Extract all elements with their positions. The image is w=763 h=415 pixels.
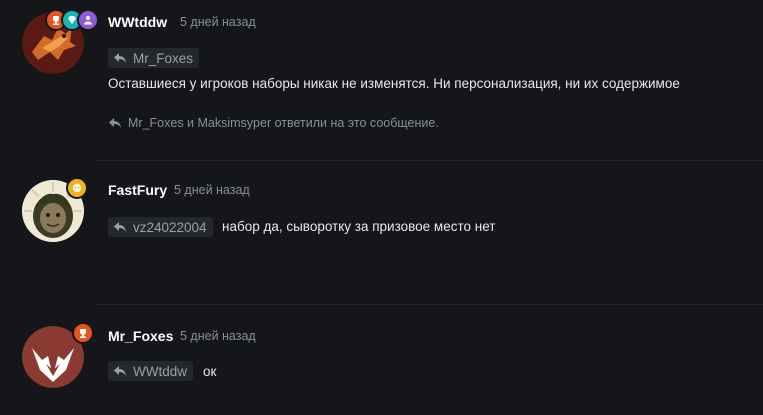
post-time[interactable]: 5 дней назад (174, 183, 250, 197)
reply-to-chip[interactable]: WWtddw (108, 361, 193, 381)
reply-to-chip[interactable]: Mr_Foxes (108, 48, 200, 68)
users-icon (77, 9, 99, 31)
post-author[interactable]: Mr_Foxes (108, 328, 173, 344)
post-author[interactable]: WWtddw (108, 14, 167, 30)
post-message: ок (203, 364, 217, 379)
post-time[interactable]: 5 дней назад (180, 15, 256, 29)
post-message: набор да, сыворотку за призовое место не… (222, 219, 496, 234)
reply-to-name: vz24022004 (133, 219, 207, 235)
reply-to-name: WWtddw (133, 363, 187, 379)
reply-arrow-icon (114, 222, 126, 232)
user-badges (45, 9, 99, 31)
post-message: Оставшиеся у игроков наборы никак не изм… (108, 76, 680, 91)
user-badges (66, 177, 88, 199)
user-badges (72, 322, 94, 344)
reply-to-name: Mr_Foxes (133, 50, 194, 66)
skull-icon (66, 177, 88, 199)
trophy-icon (72, 322, 94, 344)
post-divider (95, 304, 763, 305)
reply-arrow-icon (114, 53, 126, 63)
post-divider (95, 160, 763, 161)
reply-to-chip[interactable]: vz24022004 (108, 217, 213, 237)
reply-arrow-icon (109, 118, 121, 128)
replies-summary[interactable]: Mr_Foxes и Maksimsyper ответили на это с… (108, 116, 439, 130)
replies-summary-text: Mr_Foxes и Maksimsyper ответили на это с… (128, 116, 439, 130)
post-time[interactable]: 5 дней назад (180, 329, 256, 343)
post-author[interactable]: FastFury (108, 182, 167, 198)
reply-arrow-icon (114, 366, 126, 376)
